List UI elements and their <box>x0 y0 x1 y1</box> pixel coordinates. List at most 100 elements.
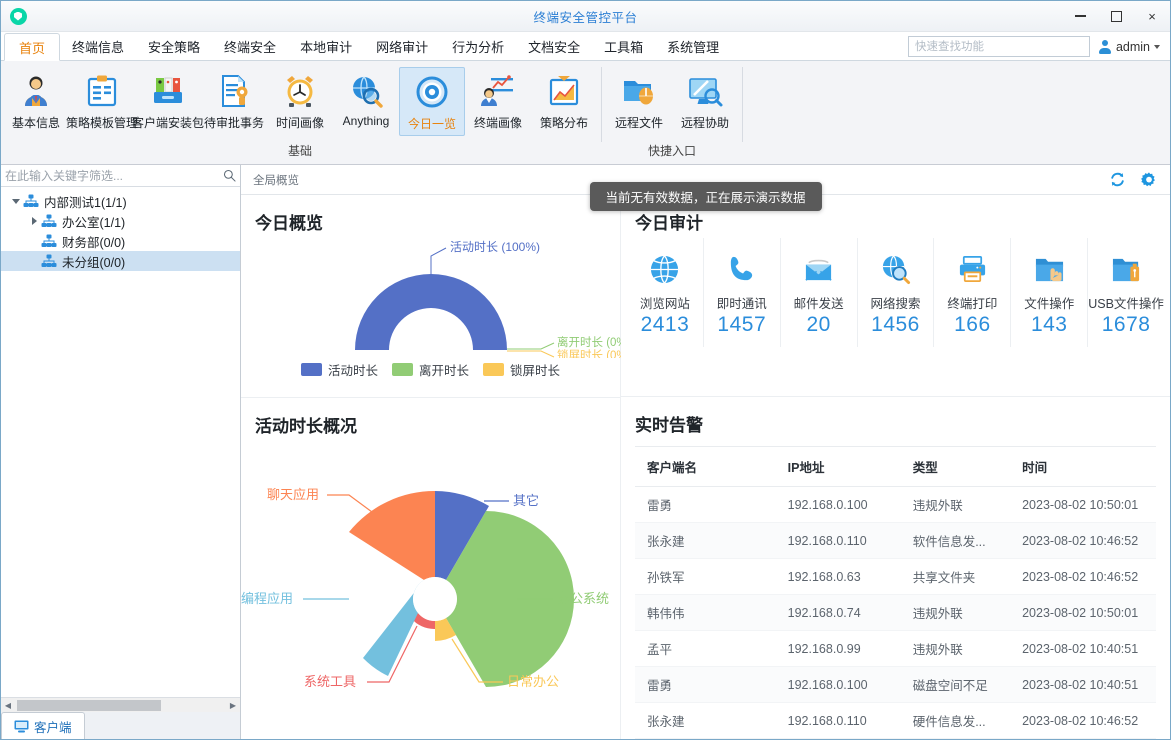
ribbon-label: Anything <box>342 114 390 128</box>
tab-network-audit[interactable]: 网络审计 <box>364 32 440 60</box>
tab-terminal-security[interactable]: 终端安全 <box>212 32 288 60</box>
stat-card-instant-message[interactable]: 即时通讯 1457 <box>702 238 780 347</box>
tree-node-ungrouped[interactable]: 未分组(0/0) <box>1 251 240 271</box>
tab-home[interactable]: 首页 <box>4 33 61 61</box>
stat-label: 邮件发送 <box>793 297 844 311</box>
audit-stat-cards: 浏览网站 2413 即时通讯 1457 邮件发送 20 网络搜索 1456 终端… <box>621 234 1170 347</box>
tab-security-policy[interactable]: 安全策略 <box>136 32 212 60</box>
printer-icon <box>955 252 989 286</box>
user-menu[interactable]: admin <box>1098 39 1160 54</box>
table-row[interactable]: 孟平 192.168.0.99 违规外联 2023-08-02 10:40:51 <box>635 630 1156 667</box>
chevron-down-icon[interactable] <box>9 198 23 204</box>
table-row[interactable]: 张永建 192.168.0.110 软件信息发... 2023-08-02 10… <box>635 522 1156 559</box>
toast-message: 当前无有效数据，正在展示演示数据 <box>589 182 822 211</box>
table-row[interactable]: 孙铁军 192.168.0.63 共享文件夹 2023-08-02 10:46:… <box>635 558 1156 595</box>
column-header-client-name[interactable]: 客户端名 <box>635 446 776 487</box>
stat-value: 2413 <box>640 313 690 336</box>
quick-search-input[interactable] <box>907 36 1090 57</box>
cell-type: 违规外联 <box>900 594 1011 631</box>
legend-item-lock[interactable]: 锁屏时长 <box>483 360 560 379</box>
ribbon-button-time-profile[interactable]: 时间画像 <box>267 67 333 134</box>
scroll-left-icon[interactable]: ◀ <box>1 701 15 710</box>
scroll-track[interactable] <box>15 699 226 711</box>
chevron-right-icon[interactable] <box>27 217 41 225</box>
donut-legend: 活动时长 离开时长 锁屏时长 <box>241 360 620 379</box>
legend-item-away[interactable]: 离开时长 <box>391 360 469 379</box>
ribbon-separator <box>601 67 602 142</box>
ribbon-button-policy-distribution[interactable]: 策略分布 <box>531 67 597 134</box>
table-row[interactable]: 韩伟伟 192.168.0.74 违规外联 2023-08-02 10:50:0… <box>635 594 1156 631</box>
ribbon-label: 时间画像 <box>275 116 324 130</box>
table-row[interactable]: 雷勇 192.168.0.100 违规外联 2023-08-02 10:50:0… <box>635 486 1156 523</box>
stat-value: 1456 <box>871 313 920 336</box>
refresh-icon[interactable] <box>1109 171 1126 188</box>
scroll-thumb[interactable] <box>17 699 161 711</box>
sidebar-horizontal-scrollbar[interactable]: ◀ ▶ <box>1 697 240 712</box>
ribbon-button-remote-file[interactable]: 远程文件 <box>606 67 672 134</box>
main-menu-bar: 首页 终端信息 安全策略 终端安全 本地审计 网络审计 行为分析 文档安全 工具… <box>1 32 1170 61</box>
tab-terminal-info[interactable]: 终端信息 <box>60 32 136 60</box>
tree-node-label: 内部测试1(1/1) <box>44 195 127 210</box>
legend-swatch <box>483 363 504 376</box>
cell-ip: 192.168.0.110 <box>775 522 901 559</box>
tree-node-label: 办公室(1/1) <box>62 215 126 230</box>
tab-local-audit[interactable]: 本地审计 <box>288 32 364 60</box>
column-header-ip[interactable]: IP地址 <box>775 446 901 487</box>
panel-today-audit: 今日审计 浏览网站 2413 即时通讯 1457 邮件发送 20 网络搜索 14… <box>621 195 1170 396</box>
ribbon-button-anything[interactable]: Anything <box>333 67 399 131</box>
tree-node-finance[interactable]: 财务部(0/0) <box>1 231 240 251</box>
panel-title-activity: 活动时长概况 <box>255 417 357 436</box>
tab-behavior-analysis[interactable]: 行为分析 <box>440 32 516 60</box>
ribbon-separator-2 <box>742 67 743 142</box>
user-name-label: admin <box>1115 39 1150 54</box>
ribbon-button-today-overview[interactable]: 今日一览 <box>399 67 465 136</box>
sidebar-filter-input[interactable] <box>5 168 222 183</box>
ribbon-button-client-package[interactable]: 客户端安装包 <box>132 67 205 134</box>
tab-document-security[interactable]: 文档安全 <box>516 32 592 60</box>
ribbon-label: 终端画像 <box>473 116 522 130</box>
tab-toolbox[interactable]: 工具箱 <box>592 32 655 60</box>
chart-rose: 其它 办公系统 日常办公 系统工具 编程应用 聊天应用 <box>241 439 620 739</box>
legend-item-active[interactable]: 活动时长 <box>300 360 378 379</box>
gear-icon[interactable] <box>1140 171 1158 189</box>
folder-usb-icon <box>1109 252 1143 286</box>
stat-card-usb-file-operation[interactable]: USB文件操作 1678 <box>1087 238 1164 347</box>
table-row[interactable]: 张永建 192.168.0.110 硬件信息发... 2023-08-02 10… <box>635 702 1156 739</box>
sidebar-tab-client[interactable]: 客户端 <box>1 712 85 739</box>
stat-card-mail-send[interactable]: 邮件发送 20 <box>779 238 857 347</box>
menu-right-area: admin <box>907 36 1170 60</box>
cell-type: 磁盘空间不足 <box>900 666 1011 703</box>
org-group-icon <box>41 234 57 248</box>
dashboard-right-column: 今日审计 浏览网站 2413 即时通讯 1457 邮件发送 20 网络搜索 14… <box>621 195 1170 739</box>
stat-card-file-operation[interactable]: 文件操作 143 <box>1010 238 1087 347</box>
rose-label-programming: 编程应用 <box>241 591 293 606</box>
ribbon-button-remote-assist[interactable]: 远程协助 <box>672 67 738 134</box>
column-header-time[interactable]: 时间 <box>1010 446 1156 487</box>
rose-label-system-tools: 系统工具 <box>304 674 356 689</box>
ribbon-button-terminal-profile[interactable]: 终端画像 <box>465 67 531 134</box>
stat-card-web-search[interactable]: 网络搜索 1456 <box>856 238 934 347</box>
scroll-right-icon[interactable]: ▶ <box>226 701 240 710</box>
alerts-table-wrap: 客户端名 IP地址 类型 时间 雷勇 192.168.0.100 违规外联 20… <box>621 436 1170 739</box>
tree-node-office[interactable]: 办公室(1/1) <box>1 211 240 231</box>
cell-time: 2023-08-02 10:46:52 <box>1010 702 1156 739</box>
tree-node-internal-test[interactable]: 内部测试1(1/1) <box>1 191 240 211</box>
ribbon-button-basic-info[interactable]: 基本信息 <box>3 67 69 134</box>
stat-value: 166 <box>954 313 991 336</box>
ribbon-group-label-basic: 基础 <box>287 144 312 158</box>
menu-tab-list: 首页 终端信息 安全策略 终端安全 本地审计 网络审计 行为分析 文档安全 工具… <box>1 32 731 61</box>
table-row[interactable]: 雷勇 192.168.0.100 磁盘空间不足 2023-08-02 10:40… <box>635 666 1156 703</box>
ribbon-button-pending-approval[interactable]: 待审批事务 <box>201 67 267 134</box>
column-header-type[interactable]: 类型 <box>900 446 1011 487</box>
tab-system-management[interactable]: 系统管理 <box>655 32 731 60</box>
cell-ip: 192.168.0.63 <box>775 558 901 595</box>
ribbon-label: 客户端安装包 <box>132 116 205 130</box>
breadcrumb: 全局概览 <box>253 174 299 187</box>
cell-time: 2023-08-02 10:50:01 <box>1010 594 1156 631</box>
stat-card-terminal-print[interactable]: 终端打印 166 <box>933 238 1010 347</box>
cell-client-name: 雷勇 <box>635 486 776 523</box>
stat-card-browse-web[interactable]: 浏览网站 2413 <box>627 238 703 347</box>
remote-folder-icon <box>619 71 659 111</box>
ribbon-button-policy-template[interactable]: 策略模板管理 <box>66 67 138 134</box>
magnifier-icon[interactable] <box>222 169 236 183</box>
